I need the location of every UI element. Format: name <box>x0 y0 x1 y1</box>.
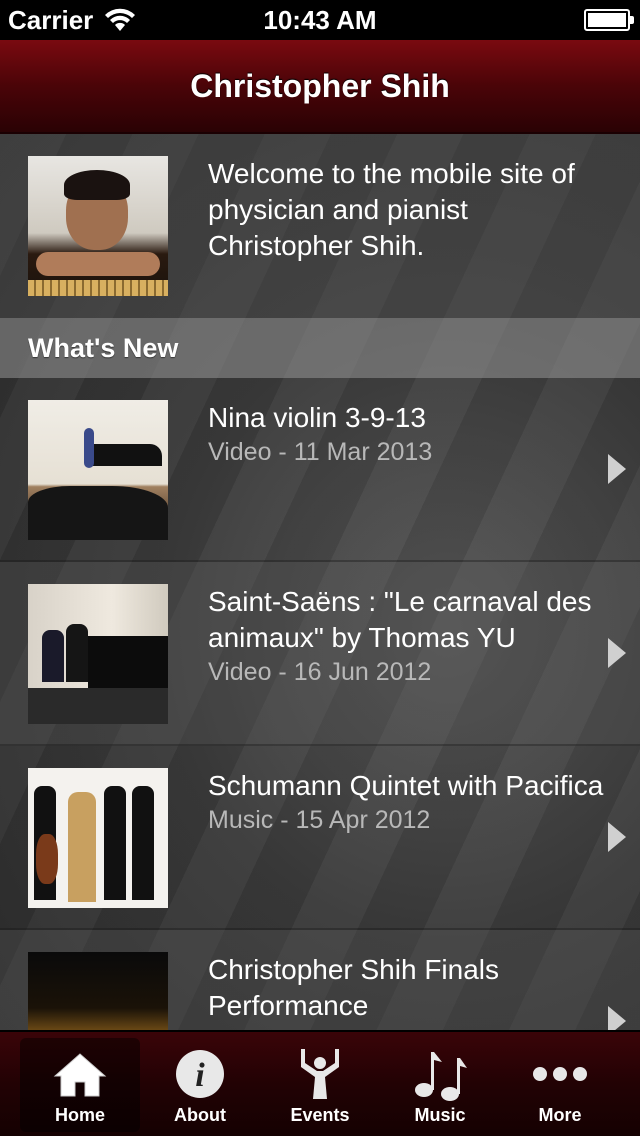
item-thumbnail <box>28 768 168 908</box>
list-item[interactable]: Christopher Shih Finals Performance <box>0 930 640 1030</box>
chevron-right-icon <box>608 822 626 852</box>
item-meta: Video - 16 Jun 2012 <box>208 658 432 686</box>
item-meta: Video - 11 Mar 2013 <box>208 438 433 466</box>
chevron-right-icon <box>608 638 626 668</box>
tab-events[interactable]: Events <box>260 1038 380 1132</box>
tab-music[interactable]: Music <box>380 1038 500 1132</box>
tab-label: Music <box>414 1105 466 1125</box>
item-thumbnail <box>28 400 168 540</box>
chevron-right-icon <box>608 1006 626 1030</box>
item-title-block: Schumann Quintet with Pacifica Music - 1… <box>208 768 608 836</box>
item-title-block: Christopher Shih Finals Performance <box>208 952 608 1024</box>
list-item[interactable]: Saint-Saëns : "Le carnaval des animaux" … <box>0 562 640 746</box>
item-title-block: Saint-Saëns : "Le carnaval des animaux" … <box>208 584 608 688</box>
tab-home[interactable]: Home <box>20 1038 140 1132</box>
item-thumbnail <box>28 584 168 724</box>
item-title: Nina violin 3-9-13 <box>208 402 426 433</box>
item-thumbnail <box>28 952 168 1030</box>
tab-label: About <box>174 1105 226 1125</box>
chevron-right-icon <box>608 454 626 484</box>
events-icon <box>295 1047 345 1101</box>
tab-more[interactable]: More <box>500 1038 620 1132</box>
tab-label: Home <box>54 1105 105 1125</box>
wifi-icon <box>105 8 136 31</box>
home-icon <box>51 1047 109 1101</box>
item-meta: Music - 15 Apr 2012 <box>208 806 431 834</box>
music-icon <box>412 1047 468 1101</box>
tab-label: Events <box>290 1105 350 1125</box>
item-title-block: Nina violin 3-9-13 Video - 11 Mar 2013 <box>208 400 608 468</box>
svg-text:i: i <box>195 1057 205 1094</box>
carrier-label: Carrier <box>8 4 94 35</box>
item-title: Saint-Saëns : "Le carnaval des animaux" … <box>208 586 592 653</box>
status-left: Carrier <box>8 5 137 36</box>
list-item[interactable]: Nina violin 3-9-13 Video - 11 Mar 2013 <box>0 378 640 562</box>
welcome-text: Welcome to the mobile site of physician … <box>208 158 575 261</box>
profile-photo <box>28 156 168 296</box>
content-scroll-area[interactable]: Welcome to the mobile site of physician … <box>0 134 640 1030</box>
item-title: Schumann Quintet with Pacifica <box>208 770 604 801</box>
nav-bar: Christopher Shih <box>0 40 640 134</box>
more-icon <box>531 1047 589 1101</box>
tab-label: More <box>538 1105 582 1125</box>
info-icon: i <box>174 1047 226 1101</box>
status-bar: Carrier 10:43 AM <box>0 0 640 40</box>
section-title: What's New <box>28 332 179 363</box>
tab-about[interactable]: i About <box>140 1038 260 1132</box>
page-title: Christopher Shih <box>190 67 450 104</box>
section-header-whats-new: What's New <box>0 318 640 378</box>
item-title: Christopher Shih Finals Performance <box>208 954 500 1021</box>
tab-bar: Home i About Events Music More <box>0 1030 640 1136</box>
list-item[interactable]: Schumann Quintet with Pacifica Music - 1… <box>0 746 640 930</box>
battery-icon <box>584 9 634 31</box>
